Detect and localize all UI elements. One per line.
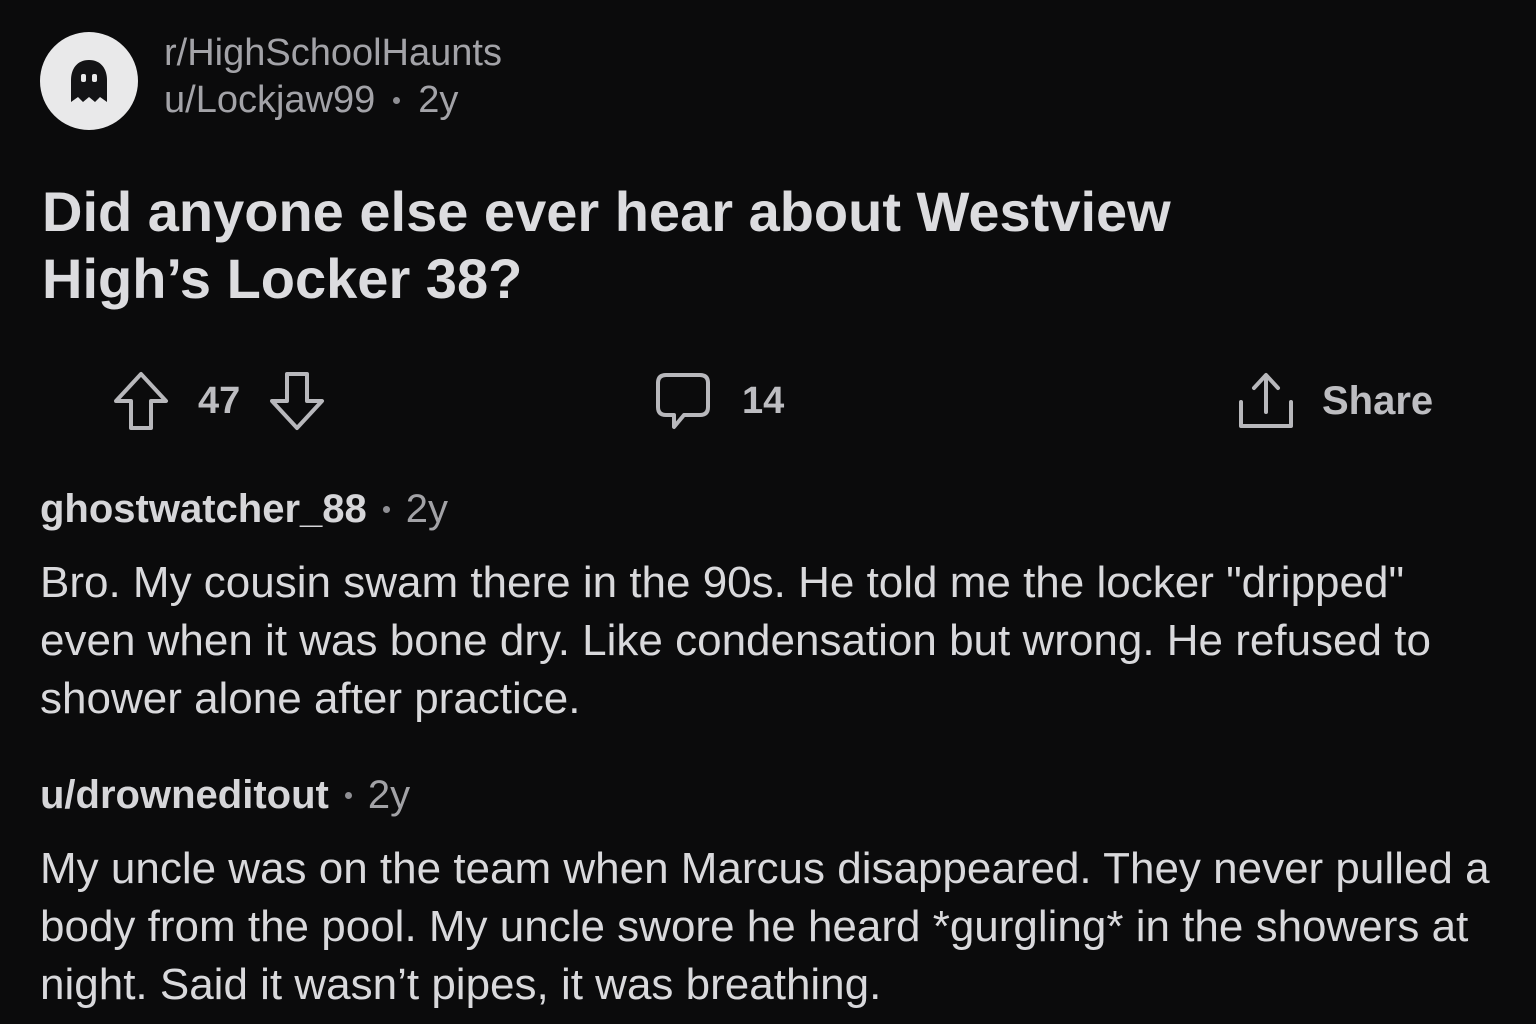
separator-dot: [382, 505, 390, 513]
share-upload-icon: [1236, 370, 1296, 432]
vote-count: 47: [198, 379, 241, 422]
comment-author[interactable]: u/drowneditout: [40, 772, 329, 818]
comment: ghostwatcher_88 2y Bro. My cousin swam t…: [40, 486, 1500, 728]
post-author[interactable]: u/Lockjaw99: [164, 79, 375, 122]
comment-age: 2y: [367, 773, 411, 817]
share-label: Share: [1322, 378, 1434, 423]
post-page: r/HighSchoolHaunts u/Lockjaw99 2y Did an…: [0, 0, 1536, 1024]
comments-button[interactable]: 14: [654, 364, 784, 438]
comment-body: My uncle was on the team when Marcus dis…: [40, 844, 1490, 1009]
comment-count: 14: [742, 379, 785, 422]
subreddit-name[interactable]: r/HighSchoolHaunts: [164, 32, 502, 75]
comment-age: 2y: [405, 487, 449, 531]
comment: u/drowneditout 2y My uncle was on the te…: [40, 772, 1500, 1014]
comment-body: Bro. My cousin swam there in the 90s. He…: [40, 558, 1431, 723]
arrow-up-icon[interactable]: [112, 370, 170, 432]
ghost-icon: [67, 58, 111, 104]
comment-header: u/drowneditout 2y: [40, 772, 1500, 818]
separator-dot: [393, 96, 401, 104]
post-meta: r/HighSchoolHaunts u/Lockjaw99 2y: [164, 32, 502, 121]
comment-header: ghostwatcher_88 2y: [40, 486, 1500, 532]
post-author-line: u/Lockjaw99 2y: [164, 79, 502, 122]
subreddit-avatar[interactable]: [40, 32, 138, 130]
vote-group: 47: [112, 364, 326, 438]
post-title[interactable]: Did anyone else ever hear about Westview…: [42, 178, 1342, 312]
share-button[interactable]: Share: [1236, 364, 1433, 438]
post-header: r/HighSchoolHaunts u/Lockjaw99 2y: [40, 32, 502, 130]
arrow-down-icon[interactable]: [268, 370, 326, 432]
post-age: 2y: [418, 79, 459, 121]
comment-author[interactable]: ghostwatcher_88: [40, 486, 367, 532]
speech-bubble-icon: [654, 371, 712, 431]
separator-dot: [344, 791, 352, 799]
post-action-bar: 47 14 Share: [0, 364, 1536, 438]
